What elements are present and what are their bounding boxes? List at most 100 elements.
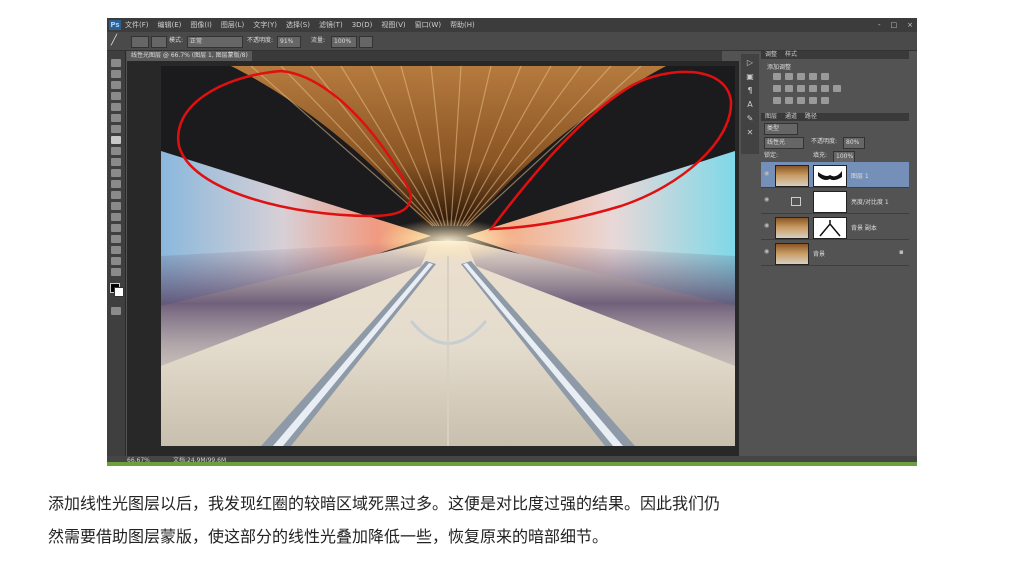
- menu-select[interactable]: 选择(S): [286, 18, 310, 32]
- character-icon[interactable]: A: [745, 100, 755, 110]
- adjustment-layer-icon: [791, 197, 801, 206]
- document-tab[interactable]: 线性光图层 @ 66.7% (图层 1, 图层蒙版/8): [127, 51, 252, 61]
- lasso-tool-icon[interactable]: [111, 81, 121, 89]
- quick-mask-icon[interactable]: [111, 307, 121, 315]
- brush-tool-icon[interactable]: ╱: [111, 35, 123, 47]
- menu-edit[interactable]: 编辑(E): [158, 18, 182, 32]
- menu-file[interactable]: 文件(F): [125, 18, 149, 32]
- exposure-icon[interactable]: [809, 73, 817, 80]
- blur-tool-icon[interactable]: [111, 191, 121, 199]
- brush-panel-toggle-icon[interactable]: [151, 36, 167, 48]
- menu-filter[interactable]: 滤镜(T): [319, 18, 343, 32]
- layer-row[interactable]: ◉ 背景 副本: [761, 214, 909, 240]
- maximize-button[interactable]: □: [891, 18, 898, 32]
- adjustments-panel-tabs: 调整 样式: [761, 51, 909, 59]
- brush-tool-icon[interactable]: [111, 136, 121, 144]
- visibility-eye-icon[interactable]: ◉: [764, 249, 770, 255]
- shape-tool-icon[interactable]: [111, 246, 121, 254]
- menu-list: 文件(F) 编辑(E) 图像(I) 图层(L) 文字(Y) 选择(S) 滤镜(T…: [125, 18, 484, 32]
- menu-image[interactable]: 图像(I): [190, 18, 212, 32]
- layer-name[interactable]: 背景: [813, 249, 825, 258]
- menu-3d[interactable]: 3D(D): [352, 18, 373, 32]
- eyedropper-tool-icon[interactable]: [111, 114, 121, 122]
- levels-icon[interactable]: [785, 73, 793, 80]
- opacity-input[interactable]: 91%: [277, 36, 301, 48]
- marquee-tool-icon[interactable]: [111, 70, 121, 78]
- brush-presets-icon[interactable]: ✎: [745, 114, 755, 124]
- move-tool-icon[interactable]: [111, 59, 121, 67]
- dodge-tool-icon[interactable]: [111, 202, 121, 210]
- layer-name[interactable]: 背景 副本: [851, 223, 877, 232]
- history-brush-tool-icon[interactable]: [111, 158, 121, 166]
- photo-canvas[interactable]: [161, 66, 735, 446]
- tab-adjustments[interactable]: 调整: [765, 51, 777, 58]
- lock-label: 锁定:: [764, 152, 779, 159]
- background-color-swatch[interactable]: [114, 287, 124, 297]
- hue-saturation-icon[interactable]: [773, 85, 781, 92]
- visibility-eye-icon[interactable]: ◉: [764, 171, 770, 177]
- fill-label: 填充:: [813, 152, 828, 159]
- tab-layers[interactable]: 图层: [765, 113, 777, 120]
- layer-name[interactable]: 图层 1: [851, 171, 869, 180]
- photo-filter-icon[interactable]: [809, 85, 817, 92]
- crop-tool-icon[interactable]: [111, 103, 121, 111]
- visibility-eye-icon[interactable]: ◉: [764, 223, 770, 229]
- color-lookup-icon[interactable]: [833, 85, 841, 92]
- layer-row[interactable]: ◉ 亮度/对比度 1: [761, 188, 909, 214]
- layer-opacity-input[interactable]: 80%: [843, 137, 865, 149]
- menu-help[interactable]: 帮助(H): [450, 18, 475, 32]
- quick-select-tool-icon[interactable]: [111, 92, 121, 100]
- paragraph-icon[interactable]: ¶: [745, 86, 755, 96]
- healing-tool-icon[interactable]: [111, 125, 121, 133]
- gradient-map-icon[interactable]: [809, 97, 817, 104]
- layer-name[interactable]: 亮度/对比度 1: [851, 197, 889, 206]
- hand-tool-icon[interactable]: [111, 257, 121, 265]
- tab-channels[interactable]: 通道: [785, 113, 797, 120]
- mode-select[interactable]: 正常: [187, 36, 243, 48]
- flow-input[interactable]: 100%: [331, 36, 357, 48]
- minimize-button[interactable]: -: [878, 18, 881, 32]
- pen-tool-icon[interactable]: [111, 213, 121, 221]
- brush-size-picker[interactable]: [131, 36, 149, 48]
- close-button[interactable]: ×: [907, 18, 913, 32]
- curves-icon[interactable]: [797, 73, 805, 80]
- posterize-icon[interactable]: [785, 97, 793, 104]
- visibility-eye-icon[interactable]: ◉: [764, 197, 770, 203]
- path-select-tool-icon[interactable]: [111, 235, 121, 243]
- selective-color-icon[interactable]: [821, 97, 829, 104]
- gradient-tool-icon[interactable]: [111, 180, 121, 188]
- layer-mask-thumbnail[interactable]: [813, 217, 847, 239]
- black-white-icon[interactable]: [797, 85, 805, 92]
- photoshop-window: Ps 文件(F) 编辑(E) 图像(I) 图层(L) 文字(Y) 选择(S) 滤…: [107, 18, 917, 466]
- invert-icon[interactable]: [773, 97, 781, 104]
- threshold-icon[interactable]: [797, 97, 805, 104]
- caption-line-1: 添加线性光图层以后，我发现红圈的较暗区域死黑过多。这便是对比度过强的结果。因此我…: [48, 494, 721, 513]
- tab-paths[interactable]: 路径: [805, 113, 817, 120]
- layer-row[interactable]: ◉ 图层 1: [761, 162, 909, 188]
- type-tool-icon[interactable]: [111, 224, 121, 232]
- layer-kind-filter[interactable]: 类型: [764, 123, 798, 135]
- tool-presets-icon[interactable]: ✕: [745, 128, 755, 138]
- menu-layer[interactable]: 图层(L): [221, 18, 244, 32]
- document-tab-bar: 线性光图层 @ 66.7% (图层 1, 图层蒙版/8): [127, 51, 722, 61]
- layer-mask-thumbnail[interactable]: [813, 191, 847, 213]
- channel-mixer-icon[interactable]: [821, 85, 829, 92]
- blend-mode-select[interactable]: 线性光: [764, 137, 804, 149]
- color-balance-icon[interactable]: [785, 85, 793, 92]
- history-icon[interactable]: ▷: [745, 58, 755, 68]
- eraser-tool-icon[interactable]: [111, 169, 121, 177]
- tab-styles[interactable]: 样式: [785, 51, 797, 58]
- zoom-tool-icon[interactable]: [111, 268, 121, 276]
- brightness-contrast-icon[interactable]: [773, 73, 781, 80]
- menu-window[interactable]: 窗口(W): [415, 18, 441, 32]
- airbrush-icon[interactable]: [359, 36, 373, 48]
- vibrance-icon[interactable]: [821, 73, 829, 80]
- menu-view[interactable]: 视图(V): [381, 18, 405, 32]
- properties-icon[interactable]: ▣: [745, 72, 755, 82]
- canvas-area[interactable]: [127, 61, 739, 456]
- clone-stamp-tool-icon[interactable]: [111, 147, 121, 155]
- layer-row[interactable]: ◉ 背景 ▪: [761, 240, 909, 266]
- taskbar-strip: [107, 462, 917, 466]
- layer-mask-thumbnail[interactable]: [813, 165, 847, 187]
- menu-type[interactable]: 文字(Y): [253, 18, 277, 32]
